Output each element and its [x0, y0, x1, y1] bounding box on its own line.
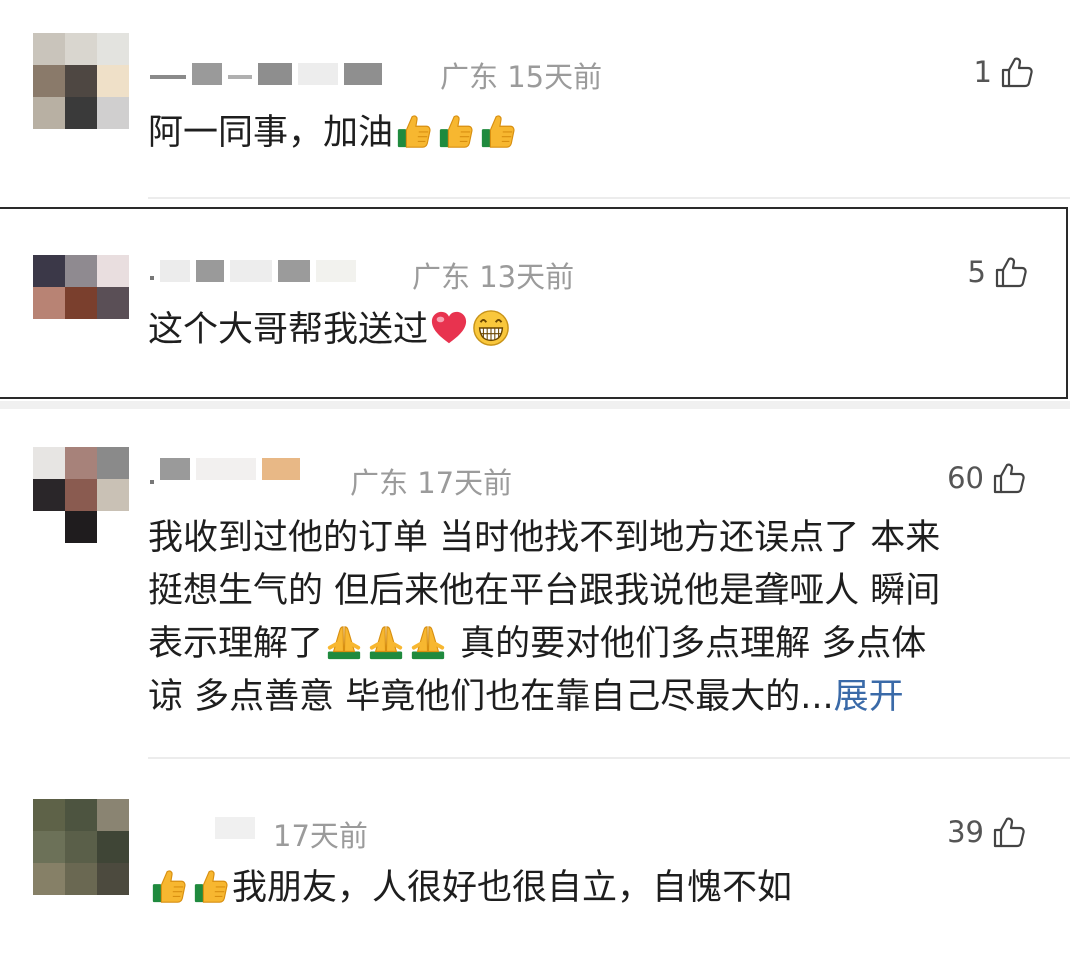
thumbs-up-emoji-icon [479, 112, 517, 150]
thumbs-up-outline-icon[interactable] [994, 255, 1028, 289]
thumbs-up-emoji-icon [150, 867, 188, 905]
comment-item: 17天前 39 我朋友，人很好也很自立，自愧不如 [0, 764, 1070, 962]
comment-text-body: 我朋友，人很好也很自立，自愧不如 [232, 868, 793, 908]
comment-text-line: 我收到过他的订单 当时他找不到地方还误点了 本来 [148, 518, 941, 558]
like-count: 5 [967, 255, 986, 289]
comment-meta: 17天前 [273, 813, 368, 855]
comment-text-line: 挺想生气的 但后来他在平台跟我说他是聋哑人 瞬间 [148, 571, 941, 611]
username-redacted[interactable] [150, 62, 382, 86]
comment-text-segment: 真的要对他们多点理解 多点体 [460, 624, 927, 664]
divider [148, 197, 1070, 199]
like-count: 60 [947, 461, 984, 495]
thumbs-up-emoji-icon [192, 867, 230, 905]
avatar[interactable] [33, 33, 129, 129]
comment-time: 15天前 [507, 60, 603, 94]
comment-meta: 广东 15天前 [440, 54, 602, 96]
avatar[interactable] [33, 447, 129, 543]
comment-time: 17天前 [417, 466, 513, 500]
thumbs-up-emoji-icon [395, 112, 433, 150]
thumbs-up-outline-icon[interactable] [992, 815, 1026, 849]
folded-hands-emoji-icon [409, 623, 447, 661]
comment-time: 17天前 [273, 819, 368, 853]
comment-item: 广东 15天前 1 阿一同事，加油 [0, 0, 1070, 200]
username-redacted[interactable] [215, 816, 255, 840]
avatar[interactable] [33, 255, 129, 319]
grinning-face-emoji-icon [472, 309, 510, 347]
avatar[interactable] [33, 799, 129, 895]
username-redacted[interactable] [150, 457, 300, 484]
comment-location: 广东 [350, 466, 409, 500]
username-redacted[interactable] [150, 259, 356, 283]
folded-hands-emoji-icon [325, 623, 363, 661]
comment-text: 这个大哥帮我送过 [148, 304, 512, 357]
comment-text-segment: 谅 多点善意 毕竟他们也在靠自己尽最大的... [148, 677, 834, 717]
comment-text-body: 这个大哥帮我送过 [148, 310, 429, 350]
comment-text: 我收到过他的订单 当时他找不到地方还误点了 本来 挺想生气的 但后来他在平台跟我… [148, 512, 940, 724]
like-button[interactable]: 1 [974, 55, 1034, 89]
comment-time: 13天前 [479, 260, 575, 294]
comment-location: 广东 [440, 60, 499, 94]
like-count: 1 [973, 55, 992, 89]
comment-text-line: 谅 多点善意 毕竟他们也在靠自己尽最大的...展开 [148, 671, 940, 724]
section-gap [0, 401, 1070, 409]
comment-meta: 广东 17天前 [350, 460, 512, 502]
expand-link[interactable]: 展开 [834, 677, 904, 717]
comment-item: 广东 13天前 5 这个大哥帮我送过 [0, 209, 1070, 397]
comment-text: 我朋友，人很好也很自立，自愧不如 [148, 862, 792, 915]
comment-text-line: 表示理解了 真的要对他们多点理解 多点体 [148, 618, 940, 671]
like-button[interactable]: 60 [947, 461, 1026, 495]
comment-location: 广东 [412, 260, 471, 294]
like-button[interactable]: 5 [968, 255, 1028, 289]
like-button[interactable]: 39 [947, 815, 1026, 849]
thumbs-up-emoji-icon [437, 112, 475, 150]
comment-text: 阿一同事，加油 [148, 107, 519, 160]
thumbs-up-outline-icon[interactable] [1000, 55, 1034, 89]
like-count: 39 [947, 815, 984, 849]
comment-meta: 广东 13天前 [412, 254, 574, 296]
thumbs-up-outline-icon[interactable] [992, 461, 1026, 495]
divider [148, 757, 1070, 759]
comment-item: 广东 17天前 60 我收到过他的订单 当时他找不到地方还误点了 本来 挺想生气… [0, 409, 1070, 764]
folded-hands-emoji-icon [367, 623, 405, 661]
red-heart-emoji-icon [430, 309, 468, 347]
comment-text-segment: 表示理解了 [148, 624, 324, 664]
comment-text-body: 阿一同事，加油 [148, 113, 394, 153]
